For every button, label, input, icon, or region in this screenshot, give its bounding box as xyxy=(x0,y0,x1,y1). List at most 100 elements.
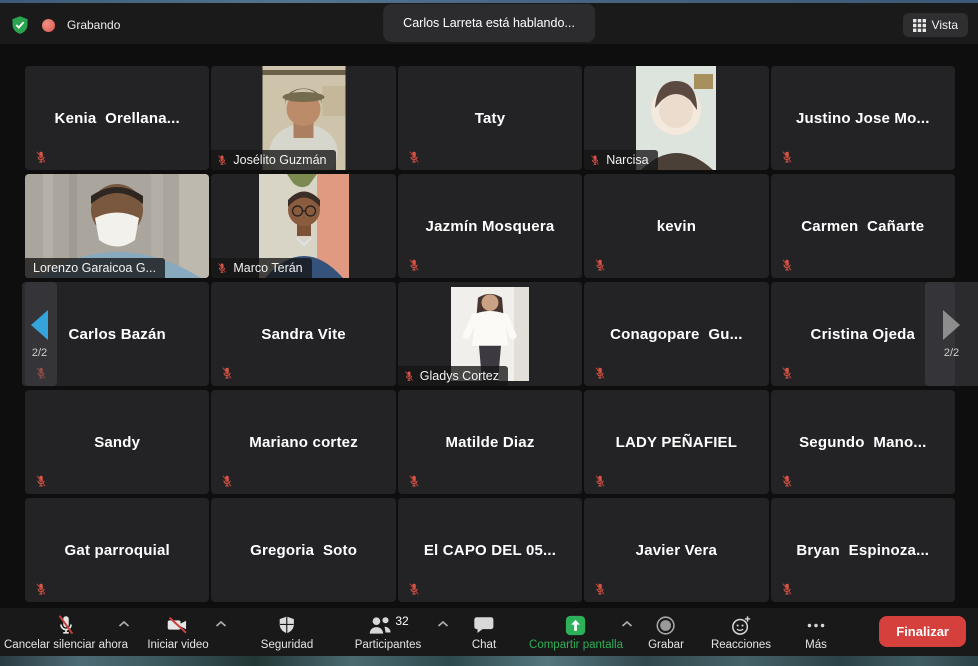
muted-mic-icon xyxy=(403,370,415,382)
chat-button[interactable]: Chat xyxy=(466,613,502,652)
end-meeting-button[interactable]: Finalizar xyxy=(879,616,966,647)
participant-name-label: Josélito Guzmán xyxy=(211,150,335,170)
meeting-top-bar: Grabando Carlos Larreta está hablando...… xyxy=(0,3,978,44)
participant-tile[interactable]: Segundo Mano... xyxy=(771,390,955,494)
participant-name: Carmen Cañarte xyxy=(771,174,955,278)
chevron-left-icon xyxy=(31,310,48,340)
participant-name: Segundo Mano... xyxy=(771,390,955,494)
participant-name: Justino Jose Mo... xyxy=(771,66,955,170)
muted-mic-icon xyxy=(593,582,607,596)
start-video-button[interactable]: Iniciar video xyxy=(141,613,214,652)
recording-label: Grabando xyxy=(67,18,120,32)
participants-count-badge: 32 xyxy=(395,614,408,628)
chat-bubble-icon xyxy=(473,614,495,636)
participant-name: Gat parroquial xyxy=(25,498,209,602)
muted-mic-icon xyxy=(780,582,794,596)
muted-mic-icon xyxy=(34,474,48,488)
muted-mic-icon xyxy=(593,366,607,380)
participant-name: Josélito Guzmán xyxy=(233,153,326,167)
active-speaker-banner: Carlos Larreta está hablando... xyxy=(383,4,595,42)
participants-button-label: Participantes xyxy=(355,639,421,651)
participant-name: Javier Vera xyxy=(584,498,768,602)
participant-name: Mariano cortez xyxy=(211,390,395,494)
encryption-shield-icon xyxy=(10,15,30,35)
more-button-label: Más xyxy=(805,639,827,651)
muted-mic-icon xyxy=(220,366,234,380)
chat-button-label: Chat xyxy=(472,639,496,651)
ellipsis-icon xyxy=(805,614,827,636)
muted-mic-icon xyxy=(407,582,421,596)
participant-tile[interactable]: Lorenzo Garaicoa G... xyxy=(25,174,209,278)
participant-tile[interactable]: Sandy xyxy=(25,390,209,494)
chevron-up-icon[interactable] xyxy=(215,620,227,628)
chevron-up-icon[interactable] xyxy=(118,620,130,628)
participant-name: Narcisa xyxy=(606,153,648,167)
participant-tile[interactable]: Narcisa xyxy=(584,66,768,170)
participant-tile[interactable]: Josélito Guzmán xyxy=(211,66,395,170)
muted-mic-icon xyxy=(780,366,794,380)
participant-name: Bryan Espinoza... xyxy=(771,498,955,602)
page-indicator: 2/2 xyxy=(32,347,47,359)
chevron-right-icon xyxy=(943,310,960,340)
participant-tile[interactable]: Gregoria Soto xyxy=(211,498,395,602)
participants-icon xyxy=(367,615,392,636)
participant-tile[interactable]: Matilde Diaz xyxy=(398,390,582,494)
chevron-up-icon[interactable] xyxy=(437,620,449,628)
chevron-up-icon[interactable] xyxy=(621,620,633,628)
unmute-button[interactable]: Cancelar silenciar ahora xyxy=(0,613,134,652)
participants-button[interactable]: 32 Participantes xyxy=(349,613,427,652)
participant-name: Taty xyxy=(398,66,582,170)
participant-tile[interactable]: LADY PEÑAFIEL xyxy=(584,390,768,494)
muted-mic-icon xyxy=(780,258,794,272)
security-button[interactable]: Seguridad xyxy=(255,613,319,652)
participant-name-label: Gladys Cortez xyxy=(398,366,508,386)
muted-mic-icon xyxy=(407,150,421,164)
smiley-plus-icon xyxy=(730,614,752,636)
participant-tile[interactable]: Bryan Espinoza... xyxy=(771,498,955,602)
participant-tile[interactable]: Conagopare Gu... xyxy=(584,282,768,386)
participant-tile[interactable]: kevin xyxy=(584,174,768,278)
grid-view-icon xyxy=(913,19,926,32)
participant-tile[interactable]: Kenia Orellana... xyxy=(25,66,209,170)
view-button-label: Vista xyxy=(932,18,958,32)
unmute-button-label: Cancelar silenciar ahora xyxy=(4,639,128,651)
view-button[interactable]: Vista xyxy=(903,13,968,37)
reactions-button[interactable]: Reacciones xyxy=(705,613,777,652)
participant-name: Jazmín Mosquera xyxy=(398,174,582,278)
participant-tile[interactable]: Carmen Cañarte xyxy=(771,174,955,278)
participant-name: Sandra Vite xyxy=(211,282,395,386)
share-screen-button[interactable]: Compartir pantalla xyxy=(523,613,629,652)
muted-mic-icon xyxy=(220,474,234,488)
participant-name-label: Narcisa xyxy=(584,150,657,170)
participant-tile[interactable]: Gat parroquial xyxy=(25,498,209,602)
record-circle-icon xyxy=(655,614,676,636)
participant-tile[interactable]: Javier Vera xyxy=(584,498,768,602)
participant-tile[interactable]: Taty xyxy=(398,66,582,170)
participant-name: Conagopare Gu... xyxy=(584,282,768,386)
participant-name: Gregoria Soto xyxy=(211,498,395,602)
participant-tile[interactable]: Justino Jose Mo... xyxy=(771,66,955,170)
muted-mic-icon xyxy=(34,582,48,596)
participant-tile[interactable]: Sandra Vite xyxy=(211,282,395,386)
meeting-toolbar: Cancelar silenciar ahora Iniciar video S… xyxy=(0,608,978,656)
participant-name: Marco Terán xyxy=(233,261,302,275)
start-video-button-label: Iniciar video xyxy=(147,639,208,651)
muted-mic-icon xyxy=(780,150,794,164)
participant-tile[interactable]: Marco Terán xyxy=(211,174,395,278)
participant-tile[interactable]: Mariano cortez xyxy=(211,390,395,494)
muted-mic-icon xyxy=(216,262,228,274)
muted-mic-icon xyxy=(34,150,48,164)
next-page-button[interactable]: 2/2 xyxy=(925,282,978,386)
participant-tile[interactable]: Gladys Cortez xyxy=(398,282,582,386)
muted-mic-icon xyxy=(216,154,228,166)
record-button[interactable]: Grabar xyxy=(642,613,690,652)
more-button[interactable]: Más xyxy=(799,613,833,652)
participant-grid: Kenia Orellana... Josélito Guzmán Taty Narc… xyxy=(25,66,955,602)
participant-tile[interactable]: El CAPO DEL 05... xyxy=(398,498,582,602)
muted-mic-icon xyxy=(780,474,794,488)
security-button-label: Seguridad xyxy=(261,639,313,651)
camera-muted-icon xyxy=(166,614,191,636)
previous-page-button[interactable]: 2/2 xyxy=(22,282,57,386)
participant-tile[interactable]: Jazmín Mosquera xyxy=(398,174,582,278)
share-screen-button-label: Compartir pantalla xyxy=(529,639,623,651)
